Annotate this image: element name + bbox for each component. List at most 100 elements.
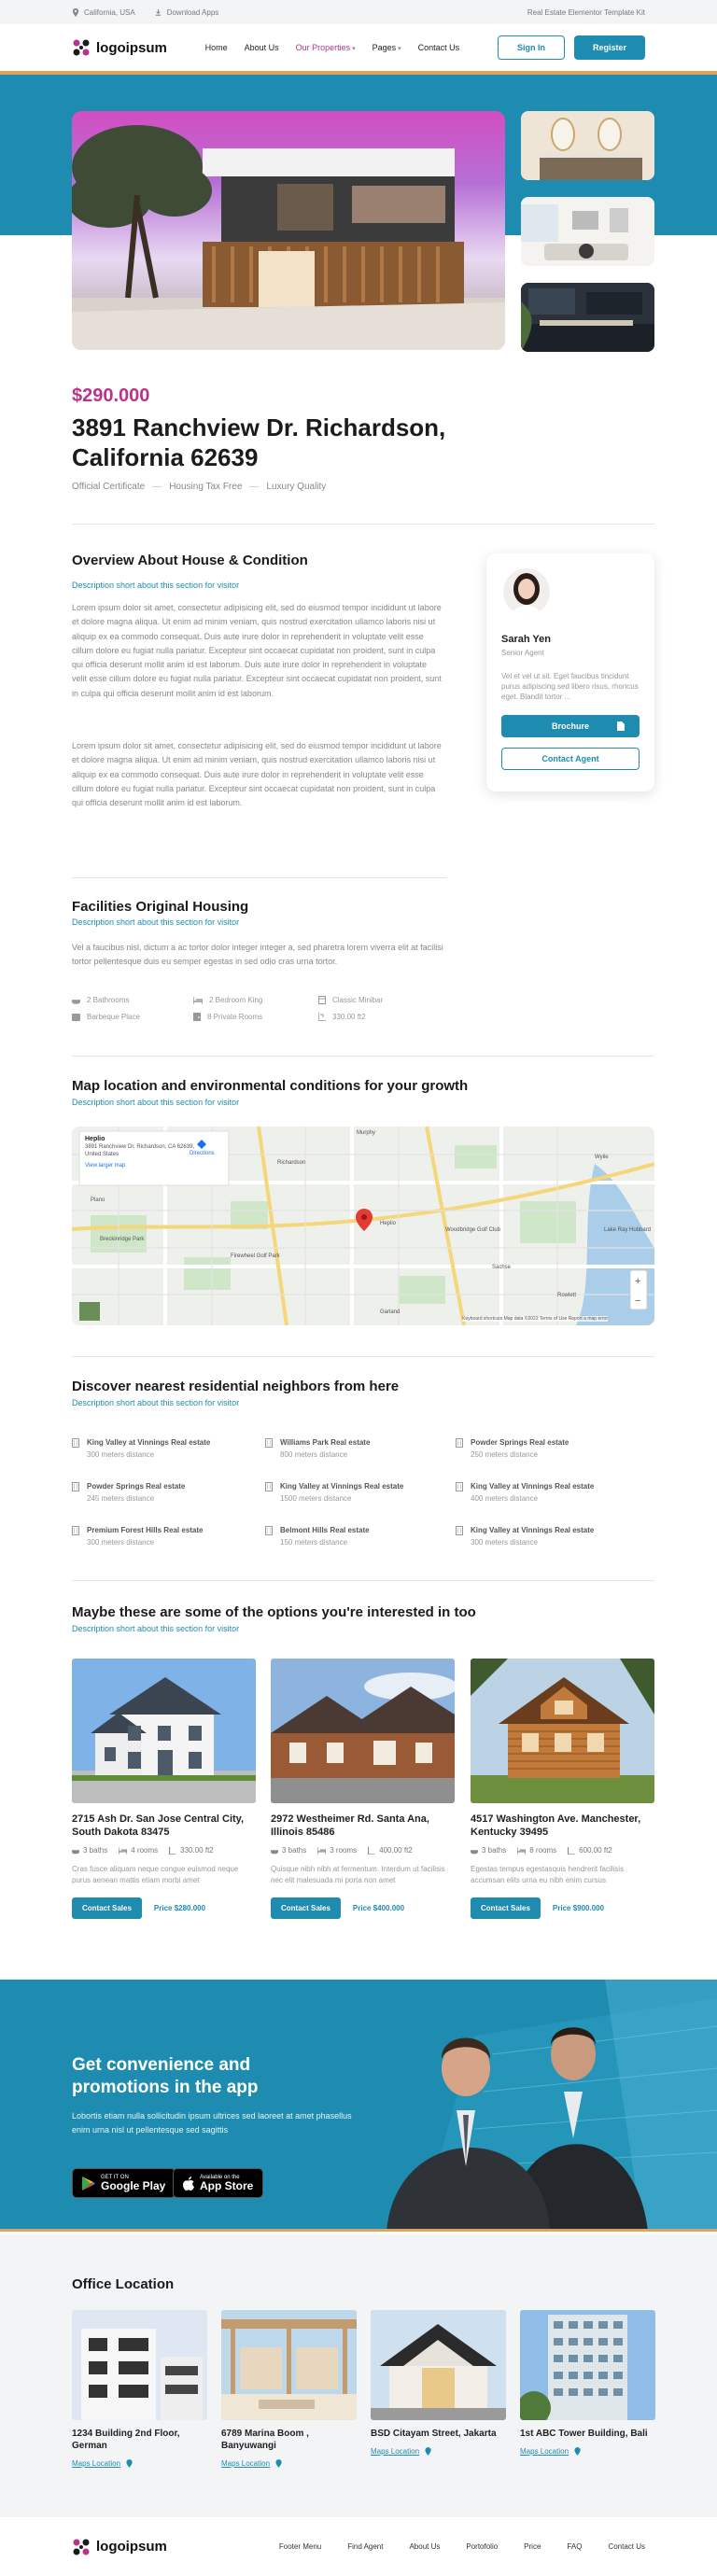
- bathtub-icon: [271, 1849, 278, 1854]
- property-card-price: Price $900.000: [552, 1904, 605, 1912]
- thumbnail-bathroom[interactable]: [521, 111, 654, 180]
- contact-sales-button[interactable]: Contact Sales: [471, 1897, 541, 1919]
- footer-link-menu[interactable]: Footer Menu: [279, 2542, 321, 2551]
- rooms-info: 3 rooms: [317, 1846, 357, 1855]
- footer-link-price[interactable]: Price: [524, 2542, 541, 2551]
- svg-text:+: +: [635, 1276, 640, 1287]
- property-card[interactable]: 4517 Washington Ave. Manchester, Kentuck…: [471, 1659, 654, 1919]
- maps-location-link[interactable]: Maps Location: [221, 2459, 357, 2468]
- house-illustration: [72, 1659, 256, 1803]
- property-card[interactable]: 2972 Westheimer Rd. Santa Ana, Illinois …: [271, 1659, 455, 1919]
- contact-agent-button[interactable]: Contact Agent: [501, 748, 640, 770]
- nav-contact[interactable]: Contact Us: [418, 43, 460, 52]
- property-card-image[interactable]: [72, 1659, 256, 1803]
- office-card[interactable]: BSD Citayam Street, Jakarta Maps Locatio…: [371, 2310, 506, 2456]
- location-pin-icon: [574, 2447, 581, 2456]
- door-icon: [193, 1013, 201, 1021]
- svg-text:Breckinridge Park: Breckinridge Park: [100, 1237, 145, 1242]
- main-property-image[interactable]: [72, 111, 505, 350]
- contact-sales-button[interactable]: Contact Sales: [72, 1897, 142, 1919]
- svg-text:Plano: Plano: [91, 1197, 105, 1203]
- footer-link-contact[interactable]: Contact Us: [608, 2542, 645, 2551]
- map-attribution[interactable]: Keyboard shortcuts Map data ©2022 Terms …: [462, 1316, 608, 1322]
- rooms-info: 4 rooms: [119, 1846, 158, 1855]
- options-title: Maybe these are some of the options you'…: [72, 1604, 476, 1620]
- directions-link[interactable]: Directions: [190, 1140, 215, 1156]
- building-icon: [72, 1526, 79, 1535]
- area-info: 400.00 ft2: [368, 1846, 413, 1855]
- directions-label: Directions: [190, 1151, 215, 1156]
- main-header: logoipsum Home About Us Our Properties P…: [0, 24, 717, 75]
- maps-location-link[interactable]: Maps Location: [72, 2459, 207, 2468]
- office-address: 1st ABC Tower Building, Bali: [520, 2429, 648, 2439]
- document-icon: [617, 721, 625, 731]
- facilities-text: Vel a faucibus nisl, dictum a ac tortor …: [72, 943, 443, 967]
- office-locations-section: Office Location 1234 Building 2nd Floor,…: [0, 2234, 717, 2517]
- google-play-button[interactable]: GET IT ON Google Play: [72, 2168, 176, 2198]
- neighbor-distance: 400 meters distance: [471, 1494, 539, 1503]
- tag-luxury: Luxury Quality: [266, 482, 327, 492]
- location-pin-icon: [126, 2459, 133, 2468]
- app-promo-text: Lobortis etiam nulla sollicitudin ipsum …: [72, 2111, 352, 2135]
- property-card[interactable]: 2715 Ash Dr. San Jose Central City, Sout…: [72, 1659, 256, 1919]
- area-info: 330.00 ft2: [169, 1846, 214, 1855]
- property-card-price: Price $400.000: [352, 1904, 405, 1912]
- maps-location-link[interactable]: Maps Location: [371, 2447, 506, 2456]
- office-address: 6789 Marina Boom , Banyuwangi: [221, 2429, 309, 2451]
- sign-in-button[interactable]: Sign In: [497, 35, 565, 60]
- nav-about[interactable]: About Us: [245, 43, 279, 52]
- location-map[interactable]: Murphy Wylie Plano Heplio Sachse Lake Ray …: [72, 1127, 654, 1325]
- contact-sales-button[interactable]: Contact Sales: [271, 1897, 341, 1919]
- office-image: [221, 2310, 357, 2420]
- area-icon: [169, 1846, 176, 1855]
- modern-house-illustration: [371, 2310, 506, 2420]
- property-price: $290.000: [72, 385, 150, 406]
- building-icon: [265, 1526, 273, 1535]
- nav-properties[interactable]: Our Properties: [296, 43, 356, 52]
- facility-minibar: Classic Minibar: [318, 996, 383, 1004]
- overview-subtitle: Description short about this section for…: [72, 581, 240, 590]
- office-card[interactable]: 6789 Marina Boom , Banyuwangi Maps Locat…: [221, 2310, 357, 2468]
- logo[interactable]: logoipsum: [72, 38, 167, 57]
- view-larger-map-link[interactable]: View larger map: [85, 1162, 197, 1169]
- download-apps-link[interactable]: Download Apps: [154, 8, 218, 17]
- rooms-label: 3 rooms: [330, 1846, 358, 1855]
- directions-icon: [197, 1140, 207, 1149]
- office-card[interactable]: 1st ABC Tower Building, Bali Maps Locati…: [520, 2310, 655, 2456]
- location-info: California, USA: [72, 7, 135, 17]
- thumbnail-living-room[interactable]: [521, 197, 654, 266]
- footer-logo[interactable]: logoipsum: [72, 2538, 167, 2556]
- divider: [72, 877, 446, 878]
- facility-bathrooms: 2 Bathrooms: [72, 996, 129, 1004]
- office-card[interactable]: 1234 Building 2nd Floor, German Maps Loc…: [72, 2310, 207, 2468]
- log-house-illustration: [471, 1659, 654, 1803]
- property-card-title: 4517 Washington Ave. Manchester, Kentuck…: [471, 1813, 641, 1838]
- app-store-button[interactable]: Available on the App Store: [173, 2168, 264, 2198]
- footer-link-portfolio[interactable]: Portofolio: [466, 2542, 498, 2551]
- apple-icon: [183, 2176, 194, 2191]
- footer-link-find-agent[interactable]: Find Agent: [347, 2542, 383, 2551]
- building-icon: [72, 1482, 79, 1491]
- property-card-image[interactable]: [271, 1659, 455, 1803]
- brochure-button[interactable]: Brochure: [501, 715, 640, 737]
- hero-gallery: [0, 75, 717, 355]
- template-label: Real Estate Elementor Template Kit: [527, 7, 645, 17]
- nav-pages[interactable]: Pages: [373, 43, 401, 52]
- office-image: [72, 2310, 207, 2420]
- office-image: [371, 2310, 506, 2420]
- property-card-image[interactable]: [471, 1659, 654, 1803]
- rooms-label: 4 rooms: [131, 1846, 159, 1855]
- rooms-label: 8 rooms: [529, 1846, 557, 1855]
- thumbnail-kitchen[interactable]: [521, 283, 654, 352]
- footer-link-about[interactable]: About Us: [409, 2542, 440, 2551]
- baths-info: 3 baths: [271, 1846, 306, 1855]
- neighbor-distance: 250 meters distance: [471, 1450, 539, 1459]
- bed-icon: [193, 996, 203, 1004]
- footer-link-faq[interactable]: FAQ: [567, 2542, 582, 2551]
- nav-home[interactable]: Home: [205, 43, 228, 52]
- bed-icon: [119, 1846, 128, 1855]
- bed-icon: [517, 1846, 527, 1855]
- register-button[interactable]: Register: [573, 35, 645, 60]
- maps-location-link[interactable]: Maps Location: [520, 2447, 655, 2456]
- maps-location-label: Maps Location: [221, 2459, 271, 2468]
